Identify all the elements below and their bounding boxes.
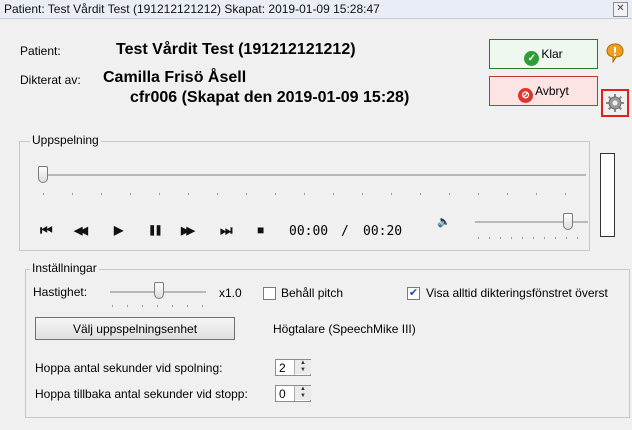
stop-icon[interactable]: ■ — [257, 222, 264, 238]
dictation-dialog: Patient: Test Vårdit Test (191212121212)… — [0, 19, 632, 430]
back-seconds-label: Hoppa tillbaka antal sekunder vid stopp: — [35, 387, 248, 401]
playback-legend: Uppspelning — [30, 133, 101, 147]
volume-slider-thumb[interactable] — [562, 213, 573, 230]
prohibited-icon: ⊘ — [518, 88, 534, 103]
title-bar: Patient: Test Vårdit Test (191212121212)… — [0, 0, 632, 19]
time-separator: / — [341, 224, 349, 239]
spin-down-icon[interactable]: ▼ — [295, 367, 311, 374]
window-title: Patient: Test Vårdit Test (191212121212)… — [4, 2, 380, 16]
check-circle-icon: ✓ — [524, 51, 540, 66]
speed-label: Hastighet: — [33, 285, 88, 299]
device-name: Högtalare (SpeechMike III) — [273, 322, 416, 336]
cancel-label: Avbryt — [535, 84, 569, 98]
fast-forward-icon[interactable]: ▶▶ — [181, 223, 195, 239]
back-seconds-value: 0 — [279, 387, 286, 401]
speed-value: x1.0 — [219, 286, 242, 300]
select-device-label: Välj uppspelningsenhet — [72, 322, 198, 336]
play-icon[interactable]: ▶ — [114, 222, 123, 238]
position-slider-thumb[interactable] — [38, 166, 48, 183]
back-seconds-spinner[interactable]: 0 ▲ ▼ — [275, 385, 311, 402]
close-icon[interactable]: ✕ — [613, 2, 628, 17]
dictated-by-label: Dikterat av: — [20, 73, 81, 87]
patient-label: Patient: — [20, 44, 61, 58]
always-on-top-label: Visa alltid dikteringsfönstret överst — [426, 286, 608, 300]
skip-to-end-icon[interactable]: ⏭ — [220, 222, 233, 238]
pause-icon[interactable]: ❚❚ — [148, 223, 163, 239]
skip-seconds-value: 2 — [279, 361, 286, 375]
position-ticks — [43, 193, 586, 195]
rewind-icon[interactable]: ◀◀ — [74, 223, 88, 239]
always-on-top-checkbox[interactable]: ✔ — [407, 287, 420, 300]
skip-seconds-label: Hoppa antal sekunder vid spolning: — [35, 361, 223, 375]
spinner-buttons: ▲ ▼ — [294, 386, 311, 401]
cancel-button[interactable]: ⊘ Avbryt — [489, 76, 598, 106]
volume-icon: 🔈 — [437, 216, 451, 228]
select-device-button[interactable]: Välj uppspelningsenhet — [35, 317, 235, 340]
spin-up-icon[interactable]: ▲ — [295, 360, 311, 367]
speed-ticks — [112, 305, 206, 307]
skip-to-start-icon[interactable]: ⏮ — [40, 222, 53, 238]
level-meter — [600, 153, 615, 237]
keep-pitch-checkbox[interactable] — [263, 287, 276, 300]
spin-up-icon[interactable]: ▲ — [295, 386, 311, 393]
spin-down-icon[interactable]: ▼ — [295, 393, 311, 400]
skip-seconds-spinner[interactable]: 2 ▲ ▼ — [275, 359, 311, 376]
volume-ticks — [478, 237, 588, 239]
speed-slider-thumb[interactable] — [154, 282, 164, 299]
keep-pitch-label: Behåll pitch — [281, 286, 344, 300]
gear-icon[interactable] — [606, 94, 624, 112]
ready-label: Klar — [541, 47, 563, 61]
dictated-by-name: Camilla Frisö Åsell — [103, 69, 247, 86]
total-time: 00:20 — [363, 224, 403, 239]
ready-button[interactable]: ✓ Klar — [489, 39, 598, 69]
current-time: 00:00 — [289, 224, 329, 239]
position-track — [38, 174, 586, 176]
dictated-by-detail: cfr006 (Skapat den 2019-01-09 15:28) — [130, 89, 410, 106]
spinner-buttons: ▲ ▼ — [294, 360, 311, 375]
info-balloon-icon[interactable] — [606, 43, 624, 64]
settings-legend: Inställningar — [30, 261, 99, 275]
patient-value: Test Vårdit Test (191212121212) — [116, 41, 356, 58]
